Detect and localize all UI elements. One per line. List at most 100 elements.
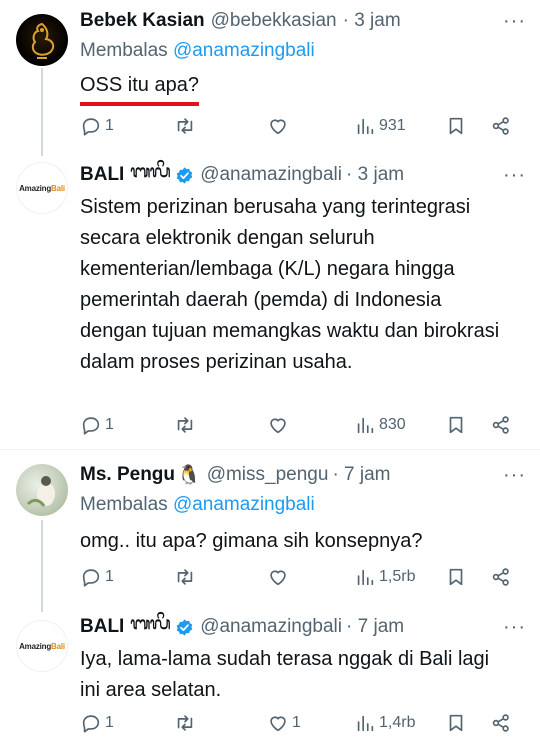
bookmark-button[interactable] (445, 412, 467, 438)
amazing-bali-logo: AmazingBali (19, 641, 65, 651)
tweet-bali-2[interactable]: AmazingBali BALI ᬩᬮᬶ @anamazingbali · 7 … (0, 608, 540, 748)
like-button[interactable] (267, 113, 289, 139)
tweet-actions: 1 931 (80, 113, 526, 139)
display-name[interactable]: Ms. Pengu (80, 464, 175, 486)
like-icon (270, 119, 286, 135)
like-button[interactable] (267, 564, 289, 590)
display-name-script: ᬩᬮᬶ (130, 162, 171, 181)
replying-to-label: Membalas (80, 40, 168, 61)
retweet-icon (177, 417, 193, 433)
timestamp[interactable]: · 7 jam (332, 464, 390, 486)
reply-button[interactable]: 1 (80, 710, 114, 736)
tweet-text: omg.. itu apa? gimana sih konsepnya? (80, 530, 423, 552)
tweet-text: Iya, lama-lama sudah terasa nggak di Bal… (80, 648, 490, 701)
display-name[interactable]: Bebek Kasian (80, 10, 205, 32)
retweet-button[interactable] (174, 113, 196, 139)
views-icon (357, 118, 374, 135)
reply-icon (82, 417, 100, 435)
timestamp[interactable]: · 3 jam (346, 164, 404, 186)
like-button[interactable] (267, 412, 289, 438)
amazing-bali-logo: AmazingBali (19, 183, 65, 193)
more-icon[interactable]: ··· (503, 164, 526, 186)
reply-button[interactable]: 1 (80, 564, 114, 590)
user-handle[interactable]: @miss_pengu (207, 464, 329, 486)
tweet-ms-pengu[interactable]: Ms. Pengu 🐧 @miss_pengu · 7 jam ··· Memb… (0, 450, 540, 608)
reply-icon (82, 715, 100, 733)
reply-count: 1 (105, 714, 114, 731)
bookmark-button[interactable] (445, 113, 467, 139)
retweet-icon (177, 118, 193, 134)
views-button[interactable]: 830 (354, 412, 406, 438)
avatar[interactable]: AmazingBali (16, 162, 68, 214)
bookmark-button[interactable] (445, 710, 467, 736)
display-name-emoji: 🐧 (177, 465, 201, 486)
replying-to-label: Membalas (80, 494, 168, 515)
tweet-actions: 1 1 1,4rb (80, 710, 526, 736)
like-icon (270, 716, 286, 732)
share-icon (492, 568, 509, 586)
avatar[interactable] (16, 14, 68, 66)
reply-count: 1 (105, 568, 114, 585)
tweet-text: OSS itu apa? (80, 70, 526, 106)
user-handle[interactable]: @anamazingbali (200, 164, 342, 186)
tweet-header: Ms. Pengu 🐧 @miss_pengu · 7 jam (80, 460, 526, 490)
tweet-bali-1[interactable]: AmazingBali BALI ᬩᬮᬶ @anamazingbali · 3 … (0, 150, 540, 448)
share-button[interactable] (490, 564, 512, 590)
more-icon[interactable]: ··· (503, 10, 526, 32)
like-button[interactable]: 1 (267, 710, 301, 736)
timestamp[interactable]: · 7 jam (346, 616, 404, 638)
share-icon (492, 416, 509, 434)
reply-count: 1 (105, 416, 114, 433)
user-handle[interactable]: @anamazingbali (200, 616, 342, 638)
tweet-actions: 1 1,5rb (80, 564, 526, 590)
display-name-script: ᬩᬮᬶ (130, 614, 171, 633)
reply-count: 1 (105, 117, 114, 134)
tweet-header: BALI ᬩᬮᬶ @anamazingbali · 3 jam (80, 160, 526, 190)
avatar[interactable]: AmazingBali (16, 620, 68, 672)
retweet-button[interactable] (174, 412, 196, 438)
more-icon[interactable]: ··· (503, 464, 526, 486)
tweet-text-underlined: OSS itu apa? (80, 70, 199, 106)
views-count: 1,5rb (379, 568, 416, 585)
timestamp[interactable]: · 3 jam (343, 10, 401, 32)
views-icon (357, 417, 374, 434)
share-button[interactable] (490, 113, 512, 139)
bookmark-icon (449, 117, 463, 135)
replying-to-handle[interactable]: @anamazingbali (173, 494, 315, 515)
views-button[interactable]: 1,4rb (354, 710, 415, 736)
more-icon[interactable]: ··· (503, 616, 526, 638)
reply-button[interactable]: 1 (80, 113, 114, 139)
tweet-text: Sistem perizinan berusaha yang terintegr… (80, 196, 500, 373)
views-button[interactable]: 931 (354, 113, 406, 139)
like-icon (270, 418, 286, 434)
share-icon (492, 117, 509, 135)
bookmark-icon (449, 416, 463, 434)
retweet-icon (177, 569, 193, 585)
views-count: 830 (379, 416, 406, 433)
views-button[interactable]: 1,5rb (354, 564, 415, 590)
like-icon (270, 570, 286, 586)
avatar[interactable] (16, 464, 68, 516)
views-count: 931 (379, 117, 406, 134)
tweet-bebek-kasian[interactable]: Bebek Kasian @bebekkasian · 3 jam ··· Me… (0, 0, 540, 150)
like-count: 1 (292, 714, 301, 731)
user-handle[interactable]: @bebekkasian (211, 10, 337, 32)
share-button[interactable] (490, 710, 512, 736)
retweet-button[interactable] (174, 710, 196, 736)
tweet-header: Bebek Kasian @bebekkasian · 3 jam (80, 6, 526, 36)
verified-icon (175, 166, 194, 185)
reply-icon (82, 569, 100, 587)
replying-to: Membalas @anamazingbali (80, 36, 526, 66)
share-icon (492, 714, 509, 732)
reply-button[interactable]: 1 (80, 412, 114, 438)
share-button[interactable] (490, 412, 512, 438)
retweet-button[interactable] (174, 564, 196, 590)
reply-icon (82, 118, 100, 136)
replying-to: Membalas @anamazingbali (80, 490, 526, 520)
display-name[interactable]: BALI (80, 164, 124, 186)
display-name[interactable]: BALI (80, 616, 124, 638)
bookmark-button[interactable] (445, 564, 467, 590)
replying-to-handle[interactable]: @anamazingbali (173, 40, 315, 61)
bookmark-icon (449, 568, 463, 586)
views-icon (357, 569, 374, 586)
